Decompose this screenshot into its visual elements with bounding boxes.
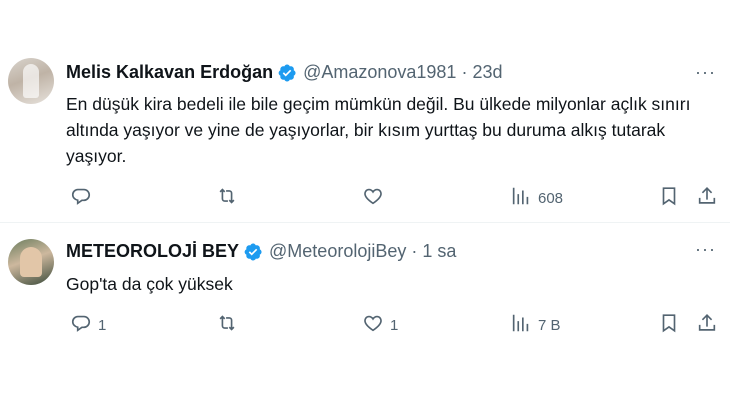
heart-icon [362, 312, 384, 338]
retweet-icon [216, 312, 238, 338]
reply-count: 1 [98, 316, 107, 334]
bookmark-button[interactable] [658, 312, 680, 338]
author-name[interactable]: METEOROLOJİ BEY [66, 241, 239, 262]
bookmark-icon [658, 312, 680, 338]
retweet-icon [216, 185, 238, 211]
tweet-header: Melis Kalkavan Erdoğan @Amazonova1981 · … [66, 62, 503, 83]
share-button[interactable] [696, 312, 718, 338]
share-icon [696, 185, 718, 211]
reply-button[interactable] [70, 185, 98, 211]
bookmark-icon [658, 185, 680, 211]
share-icon [696, 312, 718, 338]
tweet[interactable]: METEOROLOJİ BEY @MeteorolojiBey · 1 sa ·… [0, 225, 730, 355]
tweet-text: Gop'ta da çok yüksek [66, 274, 233, 294]
views-button[interactable]: 608 [510, 185, 563, 211]
share-button[interactable] [696, 185, 718, 211]
views-button[interactable]: 7 B [510, 312, 561, 338]
tweet[interactable]: Melis Kalkavan Erdoğan @Amazonova1981 · … [0, 44, 730, 224]
bookmark-button[interactable] [658, 185, 680, 211]
like-button[interactable] [362, 185, 390, 211]
reply-icon [70, 185, 92, 211]
verified-badge-icon [243, 242, 263, 262]
reply-button[interactable]: 1 [70, 312, 106, 338]
tweet-header: METEOROLOJİ BEY @MeteorolojiBey · 1 sa [66, 241, 456, 262]
separator: · [461, 62, 468, 82]
timestamp[interactable]: 23d [472, 62, 502, 83]
action-bar: 1 1 7 B [66, 312, 720, 338]
more-options-icon[interactable]: ··· [695, 239, 716, 260]
like-count: 1 [390, 316, 399, 334]
avatar[interactable] [8, 239, 54, 285]
divider [0, 222, 730, 223]
verified-badge-icon [277, 63, 297, 83]
tweet-text: En düşük kira bedeli ile bile geçim mümk… [66, 94, 691, 166]
action-bar: 608 [66, 185, 720, 211]
author-handle[interactable]: @MeteorolojiBey [269, 241, 406, 262]
author-handle[interactable]: @Amazonova1981 [303, 62, 456, 83]
avatar[interactable] [8, 58, 54, 104]
views-icon [510, 312, 532, 338]
more-options-icon[interactable]: ··· [695, 62, 716, 83]
views-icon [510, 185, 532, 211]
view-count: 608 [538, 189, 564, 207]
separator: · [411, 241, 418, 261]
view-count: 7 B [538, 316, 561, 334]
retweet-button[interactable] [216, 312, 244, 338]
like-button[interactable]: 1 [362, 312, 398, 338]
heart-icon [362, 185, 384, 211]
reply-icon [70, 312, 92, 338]
author-name[interactable]: Melis Kalkavan Erdoğan [66, 62, 273, 83]
retweet-button[interactable] [216, 185, 244, 211]
timestamp[interactable]: 1 sa [422, 241, 456, 262]
